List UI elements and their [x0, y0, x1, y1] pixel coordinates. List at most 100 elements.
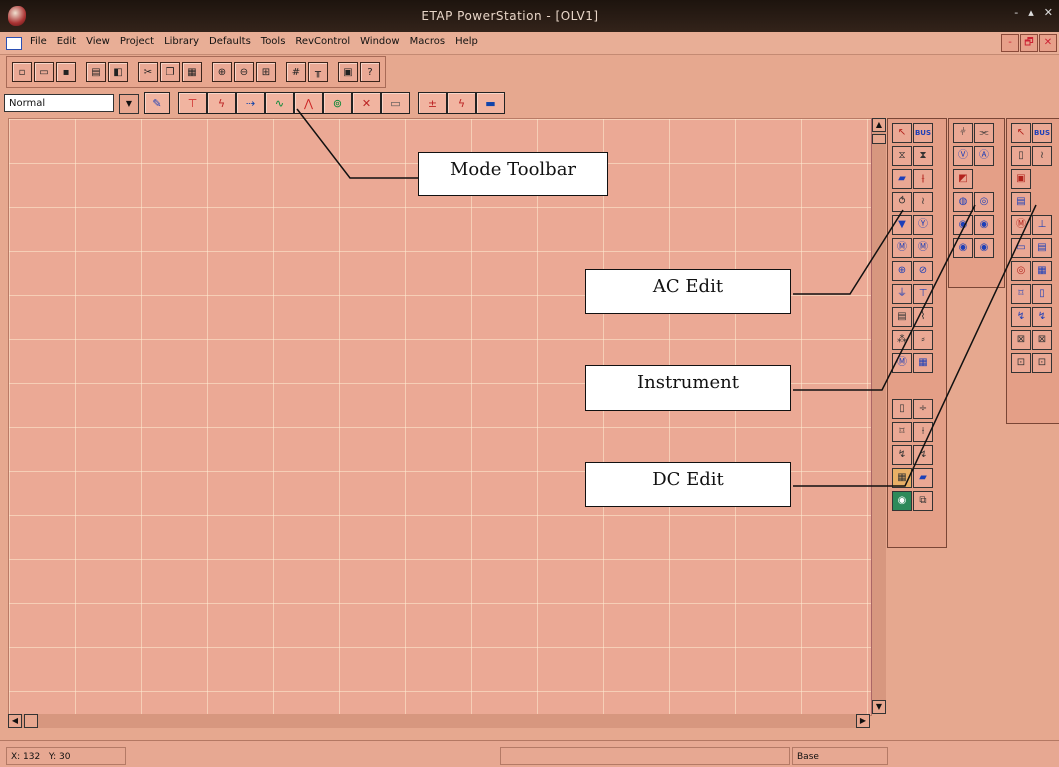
document-icon[interactable] [6, 37, 22, 50]
presentation-mode-select[interactable]: Normal ▼ [4, 94, 139, 114]
print-icon[interactable]: ▤ [86, 62, 106, 82]
relay-32-icon[interactable]: ◎ [974, 192, 994, 212]
dc-switch-icon[interactable]: ↯ [1011, 307, 1031, 327]
scroll-left-icon[interactable]: ◀ [8, 714, 22, 728]
one-line-diagram-canvas[interactable] [8, 118, 872, 716]
doc-close-button[interactable]: ✕ [1039, 34, 1057, 52]
cable-icon[interactable]: ▰ [892, 169, 912, 189]
relay-81-icon[interactable]: ◉ [953, 215, 973, 235]
zoom-in-icon[interactable]: ⊕ [212, 62, 232, 82]
dc-inverter-icon[interactable]: ▦ [1032, 261, 1052, 281]
recloser-icon[interactable]: ↯ [913, 445, 933, 465]
switch-icon[interactable]: ÷ [913, 399, 933, 419]
menu-defaults[interactable]: Defaults [209, 36, 251, 47]
copy-icon[interactable]: ❐ [160, 62, 180, 82]
menu-view[interactable]: View [86, 36, 110, 47]
ground-switch-icon[interactable]: ↯ [892, 445, 912, 465]
static-load-icon[interactable]: ⊘ [913, 261, 933, 281]
dc-composite-csd-icon[interactable]: ▤ [1032, 238, 1052, 258]
dc-cable-icon[interactable]: ▯ [1011, 146, 1031, 166]
dc-lumped-load-icon[interactable]: ▭ [1011, 238, 1031, 258]
dc-charger-icon[interactable]: ▤ [1011, 192, 1031, 212]
motor-starting-icon[interactable]: ⇢ [236, 92, 265, 114]
new-file-icon[interactable]: ▫ [12, 62, 32, 82]
vertical-scrollbar[interactable]: ▲ ▼ [871, 118, 886, 714]
zoom-fit-icon[interactable]: ⊞ [256, 62, 276, 82]
dc-breaker-icon[interactable]: ⌑ [1011, 284, 1031, 304]
ammeter-icon[interactable]: Ⓐ [974, 146, 994, 166]
protective-device-icon[interactable]: ⊚ [323, 92, 352, 114]
dc-elementary-diagram-icon[interactable]: ⊡ [1032, 353, 1052, 373]
single-throw-switch-icon[interactable]: ⌑ [892, 422, 912, 442]
synchronous-motor-icon[interactable]: Ⓜ [913, 238, 933, 258]
multimeter-icon[interactable]: ◩ [953, 169, 973, 189]
transmission-line-icon[interactable]: ⫲ [913, 169, 933, 189]
load-flow-icon[interactable]: ⊤ [178, 92, 207, 114]
menu-library[interactable]: Library [164, 36, 199, 47]
dc-fuse-icon[interactable]: ▯ [1032, 284, 1052, 304]
menu-help[interactable]: Help [455, 36, 478, 47]
dc-composite-network-icon[interactable]: ⊡ [1011, 353, 1031, 373]
close-button[interactable]: ✕ [1044, 6, 1053, 19]
menu-file[interactable]: File [30, 36, 47, 47]
contactor-icon[interactable]: ⸗ [913, 330, 933, 350]
ac-dc-link-icon[interactable]: ▰ [913, 468, 933, 488]
menu-revcontrol[interactable]: RevControl [295, 36, 350, 47]
scroll-up-icon[interactable]: ▲ [872, 118, 886, 132]
remote-connector-icon[interactable]: ◉ [892, 491, 912, 511]
potential-transformer-icon[interactable]: ⫘ [974, 123, 994, 143]
dc-bus-button[interactable]: BUS [1032, 123, 1052, 143]
doc-minimize-button[interactable]: - [1001, 34, 1019, 52]
menu-edit[interactable]: Edit [57, 36, 76, 47]
composite-motor-icon[interactable]: Ⓜ [892, 353, 912, 373]
transformer-3w-icon[interactable]: ⧗ [913, 146, 933, 166]
overcurrent-relay-icon[interactable]: ◍ [953, 192, 973, 212]
dc-impedance-icon[interactable]: ≀ [1032, 146, 1052, 166]
menu-project[interactable]: Project [120, 36, 154, 47]
double-throw-switch-icon[interactable]: ⍿ [913, 422, 933, 442]
horizontal-scrollbar[interactable]: ◀ ▶ [8, 714, 870, 728]
print-preview-icon[interactable]: ◧ [108, 62, 128, 82]
text-box-icon[interactable]: ▣ [338, 62, 358, 82]
transient-stability-icon[interactable]: ⋀ [294, 92, 323, 114]
maximize-button[interactable]: ▴ [1028, 6, 1034, 19]
dc-battery-icon[interactable]: ▣ [1011, 169, 1031, 189]
fuse-icon[interactable]: ⁂ [892, 330, 912, 350]
dc-static-load-icon[interactable]: ⊥ [1032, 215, 1052, 235]
open-folder-icon[interactable]: ▭ [34, 62, 54, 82]
capacitor-icon[interactable]: ⏚ [892, 284, 912, 304]
dc-converter2-icon[interactable]: ⊠ [1032, 330, 1052, 350]
help-icon[interactable]: ? [360, 62, 380, 82]
circuit-breaker-icon[interactable]: ▯ [892, 399, 912, 419]
pointer-icon[interactable]: ↖ [892, 123, 912, 143]
voltmeter-icon[interactable]: Ⓥ [953, 146, 973, 166]
relay-multifunction-icon[interactable]: ◉ [974, 215, 994, 235]
app-icon[interactable] [8, 6, 26, 26]
zoom-out-icon[interactable]: ⊖ [234, 62, 254, 82]
cut-icon[interactable]: ✂ [138, 62, 158, 82]
short-circuit-icon[interactable]: ϟ [207, 92, 236, 114]
dc-double-switch-icon[interactable]: ↯ [1032, 307, 1052, 327]
induction-motor-icon[interactable]: Ⓜ [892, 238, 912, 258]
panel-icon[interactable]: ⊤ [913, 284, 933, 304]
paste-icon[interactable]: ▦ [182, 62, 202, 82]
grid-icon[interactable]: # [286, 62, 306, 82]
ground-grid-icon[interactable]: ▦ [892, 468, 912, 488]
battery-sizing-icon[interactable]: ▬ [476, 92, 505, 114]
dc-ups-icon[interactable]: ◎ [1011, 261, 1031, 281]
reactor-icon[interactable]: ⥀ [892, 192, 912, 212]
harmonic-analysis-icon[interactable]: ∿ [265, 92, 294, 114]
menu-window[interactable]: Window [360, 36, 399, 47]
edit-mode-pencil-icon[interactable]: ✎ [144, 92, 170, 114]
vertical-scroll-thumb[interactable] [872, 134, 886, 144]
dc-motor-icon[interactable]: Ⓜ [1011, 215, 1031, 235]
continuity-check-icon[interactable]: ╥ [308, 62, 328, 82]
optimal-power-flow-icon[interactable]: ✕ [352, 92, 381, 114]
minimize-button[interactable]: - [1014, 6, 1018, 19]
bus-button[interactable]: BUS [913, 123, 933, 143]
relay-51-icon[interactable]: ◉ [974, 238, 994, 258]
dc-converter-icon[interactable]: ⊠ [1011, 330, 1031, 350]
dc-load-flow-icon[interactable]: ± [418, 92, 447, 114]
save-icon[interactable]: ▪ [56, 62, 76, 82]
horizontal-scroll-thumb[interactable] [24, 714, 38, 728]
